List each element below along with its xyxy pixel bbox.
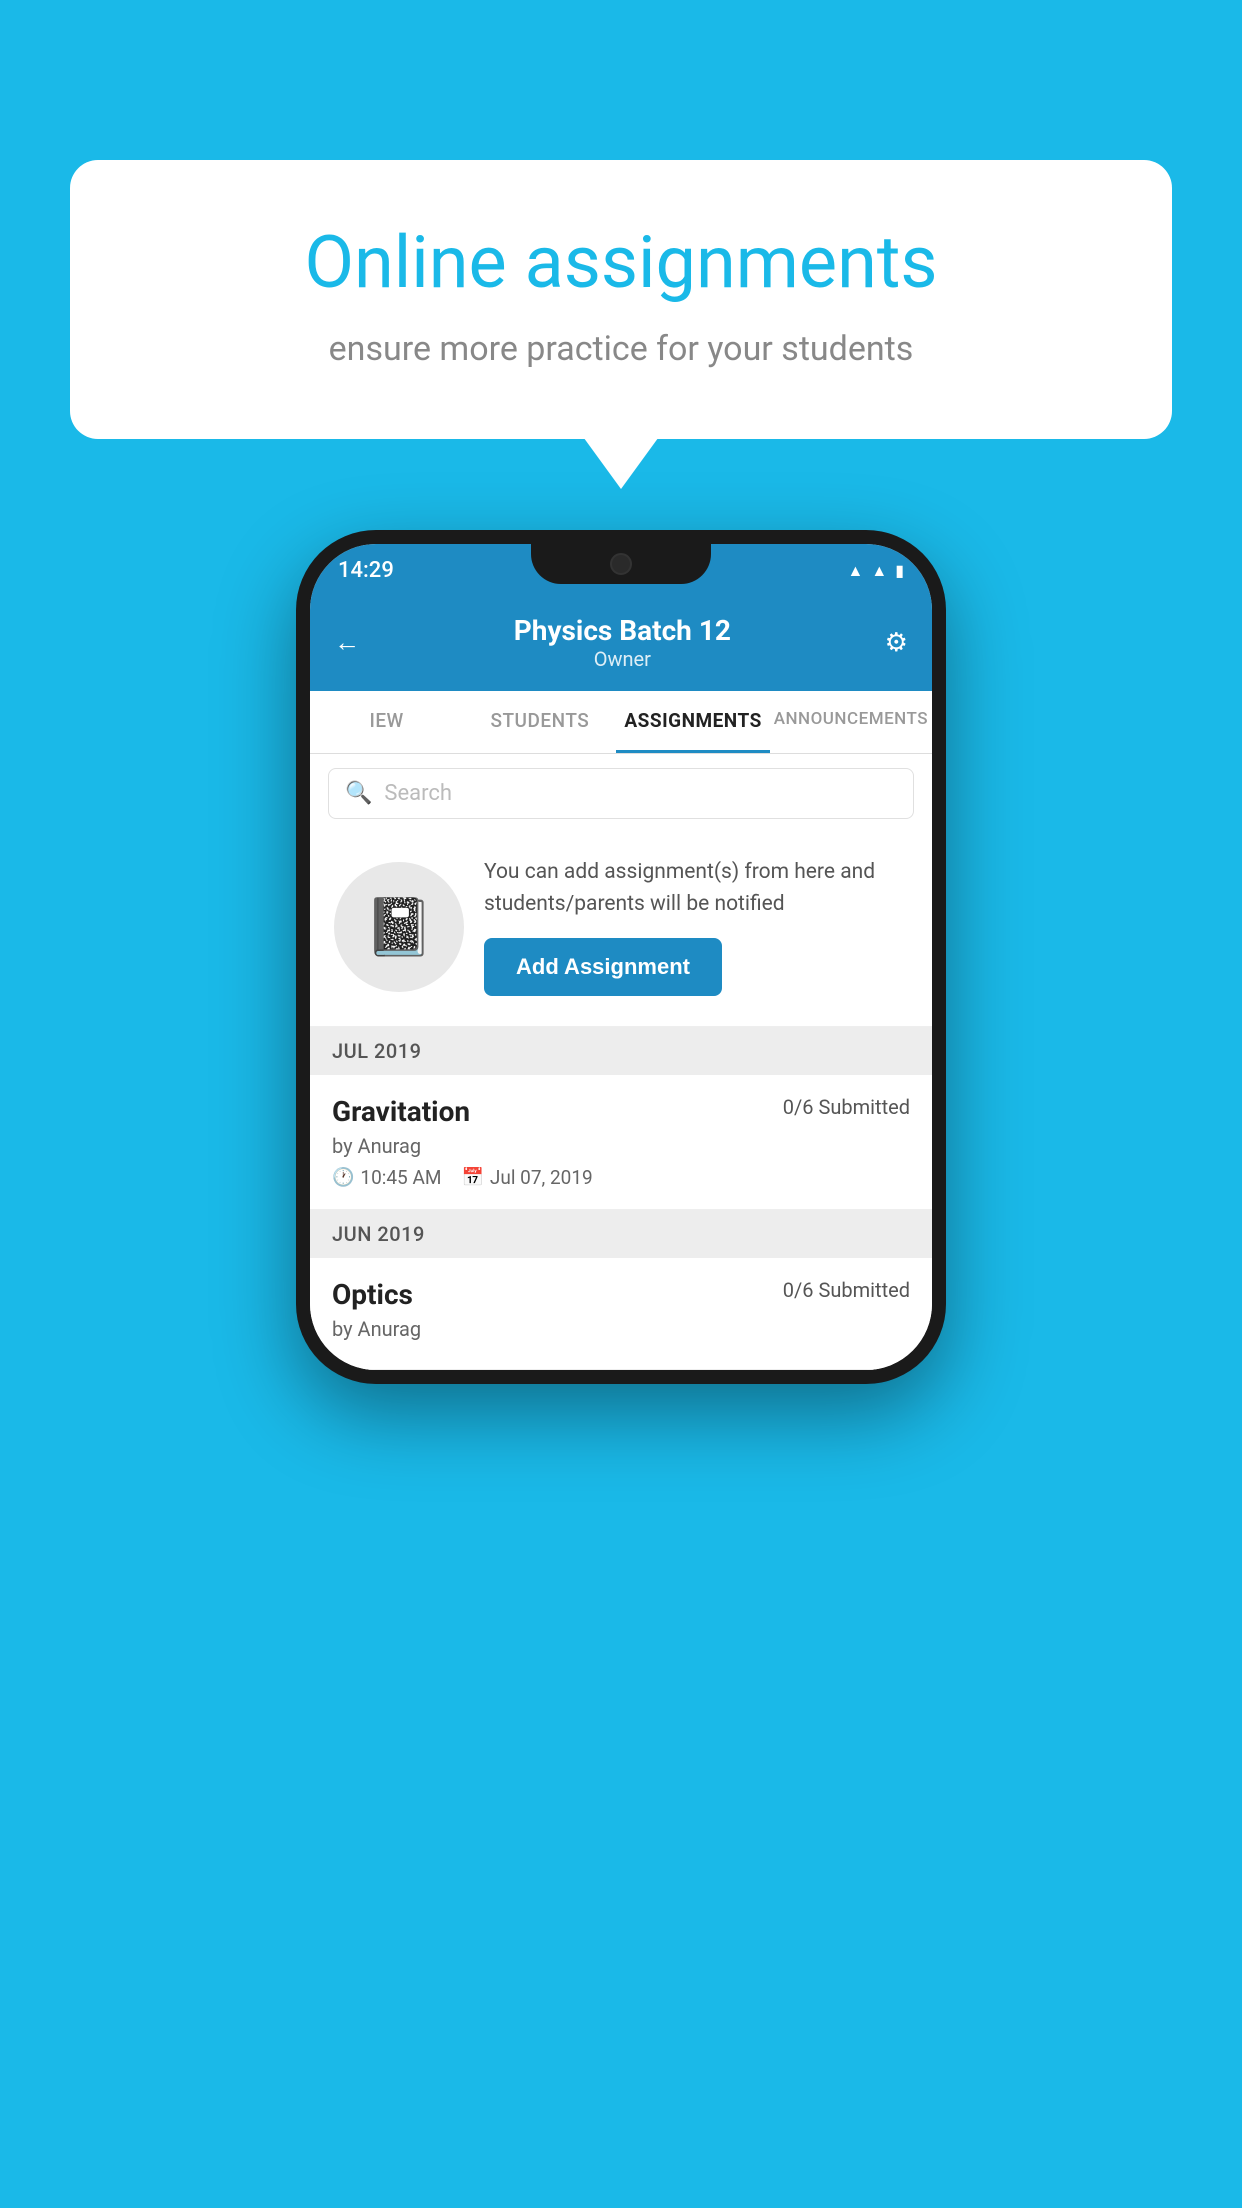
assignment-name: Gravitation — [332, 1095, 470, 1128]
wifi-icon — [848, 560, 864, 581]
promo-text-area: You can add assignment(s) from here and … — [484, 857, 908, 996]
speech-bubble-subtitle: ensure more practice for your students — [150, 329, 1092, 369]
promo-icon-circle: 📓 — [334, 862, 464, 992]
search-placeholder: Search — [384, 781, 452, 806]
search-icon: 🔍 — [345, 781, 372, 806]
assignment-optics-submitted: 0/6 Submitted — [783, 1278, 910, 1302]
clock-icon: 🕐 — [332, 1167, 354, 1188]
promo-description: You can add assignment(s) from here and … — [484, 857, 908, 920]
tab-assignments[interactable]: ASSIGNMENTS — [616, 691, 769, 753]
speech-bubble-title: Online assignments — [150, 220, 1092, 305]
battery-icon — [895, 560, 904, 581]
assignment-optics-by: by Anurag — [332, 1317, 910, 1341]
back-button[interactable]: ← — [334, 627, 360, 658]
assignment-optics-name: Optics — [332, 1278, 413, 1311]
speech-bubble-container: Online assignments ensure more practice … — [70, 160, 1172, 439]
promo-block: 📓 You can add assignment(s) from here an… — [310, 833, 932, 1027]
tab-students[interactable]: STUDENTS — [463, 691, 616, 753]
tabs-bar: IEW STUDENTS ASSIGNMENTS ANNOUNCEMENTS — [310, 691, 932, 754]
search-input-wrap[interactable]: 🔍 Search — [328, 768, 914, 819]
signal-icon — [871, 560, 887, 581]
month-header-jun: JUN 2019 — [310, 1210, 932, 1258]
assignment-date: 📅 Jul 07, 2019 — [461, 1166, 592, 1189]
app-header: ← Physics Batch 12 Owner ⚙ — [310, 596, 932, 691]
status-time: 14:29 — [338, 558, 394, 583]
search-container: 🔍 Search — [310, 754, 932, 833]
assignment-date-value: Jul 07, 2019 — [490, 1166, 593, 1189]
assignment-time: 🕐 10:45 AM — [332, 1166, 441, 1189]
tab-announcements[interactable]: ANNOUNCEMENTS — [770, 691, 932, 753]
assignment-optics[interactable]: Optics 0/6 Submitted by Anurag — [310, 1258, 932, 1370]
batch-title: Physics Batch 12 — [514, 614, 731, 647]
assignment-top-row: Gravitation 0/6 Submitted — [332, 1095, 910, 1128]
assignment-by: by Anurag — [332, 1134, 910, 1158]
tab-iew[interactable]: IEW — [310, 691, 463, 753]
notebook-icon: 📓 — [364, 894, 434, 960]
phone-camera — [610, 553, 632, 575]
status-icons — [848, 560, 905, 581]
assignment-time-value: 10:45 AM — [360, 1166, 441, 1189]
settings-icon[interactable]: ⚙ — [885, 628, 908, 658]
phone-notch — [531, 544, 711, 584]
phone-device: 14:29 ← Physics Batch 12 Owner ⚙ IEW — [296, 530, 946, 1384]
month-header-jul: JUL 2019 — [310, 1027, 932, 1075]
assignment-optics-top-row: Optics 0/6 Submitted — [332, 1278, 910, 1311]
header-title-block: Physics Batch 12 Owner — [514, 614, 731, 671]
batch-subtitle: Owner — [514, 647, 731, 671]
speech-bubble: Online assignments ensure more practice … — [70, 160, 1172, 439]
calendar-icon: 📅 — [461, 1167, 483, 1188]
phone-screen: 14:29 ← Physics Batch 12 Owner ⚙ IEW — [310, 544, 932, 1370]
assignment-gravitation[interactable]: Gravitation 0/6 Submitted by Anurag 🕐 10… — [310, 1075, 932, 1210]
phone-outer: 14:29 ← Physics Batch 12 Owner ⚙ IEW — [296, 530, 946, 1384]
assignment-submitted: 0/6 Submitted — [783, 1095, 910, 1119]
assignment-meta: 🕐 10:45 AM 📅 Jul 07, 2019 — [332, 1166, 910, 1189]
add-assignment-button[interactable]: Add Assignment — [484, 938, 722, 996]
